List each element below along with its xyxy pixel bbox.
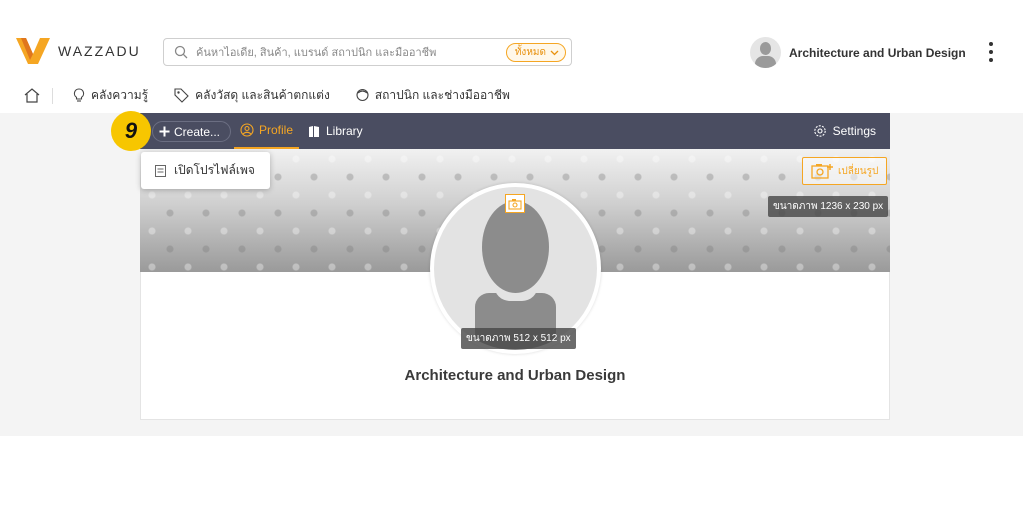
search-icon xyxy=(174,45,188,59)
plus-icon xyxy=(159,126,170,137)
search-bar[interactable]: ค้นหาไอเดีย, สินค้า, แบรนด์ สถาปนิก และม… xyxy=(163,38,572,66)
home-icon xyxy=(24,88,40,103)
nav-item-knowledge[interactable]: คลังความรู้ xyxy=(73,86,148,105)
change-cover-label: เปลี่ยนรูป xyxy=(838,165,879,177)
lightbulb-icon xyxy=(73,88,85,102)
search-scope-dropdown[interactable]: ทั้งหมด xyxy=(505,43,566,62)
change-avatar-button[interactable] xyxy=(505,194,525,213)
wazzadu-logo[interactable]: WAZZADU xyxy=(16,38,141,64)
logo-text: WAZZADU xyxy=(58,43,141,59)
user-menu[interactable]: Architecture and Urban Design xyxy=(750,37,966,68)
change-cover-button[interactable]: เปลี่ยนรูป xyxy=(802,157,888,185)
camera-plus-icon xyxy=(811,164,833,179)
gear-icon xyxy=(813,125,826,137)
search-scope-label: ทั้งหมด xyxy=(514,47,546,58)
more-options-icon[interactable] xyxy=(985,42,997,62)
user-avatar xyxy=(750,37,781,68)
step-number-badge: 9 xyxy=(111,111,151,151)
user-name: Architecture and Urban Design xyxy=(789,45,966,60)
search-input[interactable]: ค้นหาไอเดีย, สินค้า, แบรนด์ สถาปนิก และม… xyxy=(196,43,436,61)
book-icon xyxy=(309,125,319,137)
avatar-size-badge: ขนาดภาพ 512 x 512 px xyxy=(461,328,576,349)
create-label: Create... xyxy=(174,124,221,139)
chevron-down-icon xyxy=(550,50,559,55)
tab-library[interactable]: Library xyxy=(308,113,363,149)
profile-name: Architecture and Urban Design xyxy=(404,367,626,384)
tag-icon xyxy=(174,88,189,103)
page-icon xyxy=(155,164,166,177)
settings-button[interactable]: Settings xyxy=(813,113,876,149)
profile-toolbar: Create... Profile Library Settings xyxy=(140,113,890,149)
category-nav: คลังความรู้ คลังวัสดุ และสินค้าตกแต่ง สถ… xyxy=(0,78,1023,113)
tab-profile[interactable]: Profile xyxy=(234,113,300,149)
menu-item-open-profile-page[interactable]: เปิดโปรไฟล์เพจ xyxy=(174,161,255,180)
wazzadu-logo-icon xyxy=(16,38,50,64)
settings-label: Settings xyxy=(832,124,876,138)
person-icon xyxy=(356,88,369,102)
create-button[interactable]: Create... xyxy=(152,121,232,142)
nav-item-materials[interactable]: คลังวัสดุ และสินค้าตกแต่ง xyxy=(174,86,330,105)
create-dropdown-menu: เปิดโปรไฟล์เพจ xyxy=(141,152,270,189)
top-header: WAZZADU ค้นหาไอเดีย, สินค้า, แบรนด์ สถาป… xyxy=(0,0,1023,78)
nav-item-professionals[interactable]: สถาปนิก และช่างมืออาชีพ xyxy=(356,86,510,105)
nav-item-label: สถาปนิก และช่างมืออาชีพ xyxy=(374,88,510,102)
profile-icon xyxy=(240,123,254,137)
cover-size-badge: ขนาดภาพ 1236 x 230 px xyxy=(768,196,889,217)
nav-item-label: คลังวัสดุ และสินค้าตกแต่ง xyxy=(195,88,330,102)
nav-item-label: คลังความรู้ xyxy=(91,88,149,102)
camera-icon xyxy=(508,198,522,210)
tab-profile-label: Profile xyxy=(259,123,294,137)
home-button[interactable] xyxy=(24,87,53,104)
tab-library-label: Library xyxy=(326,124,363,138)
